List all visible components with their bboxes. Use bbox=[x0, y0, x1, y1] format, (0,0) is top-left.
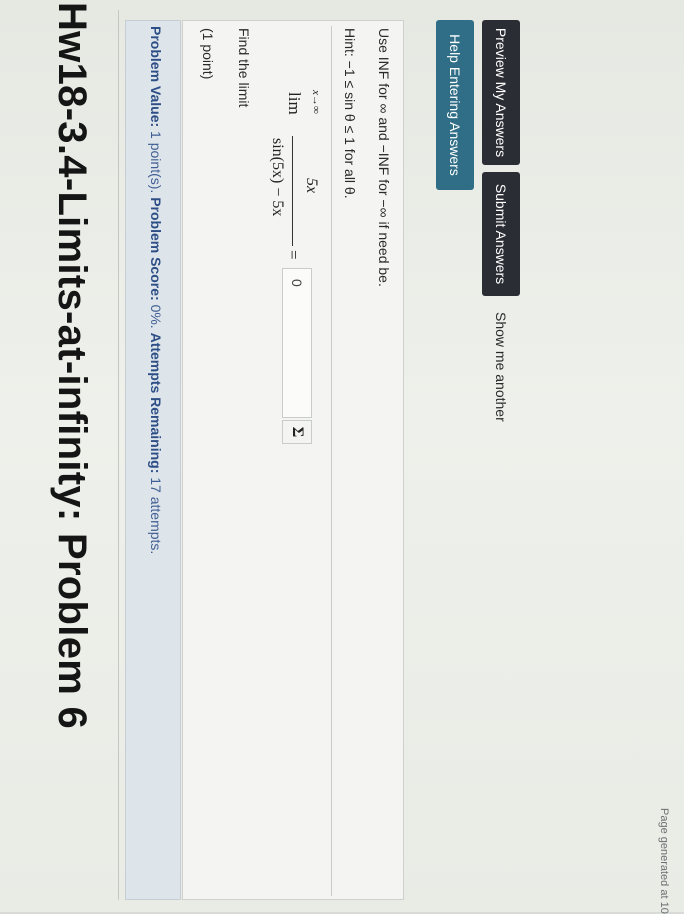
infinity-note: Use INF for ∞ and −INF for −∞ if need be… bbox=[376, 28, 392, 287]
attempts-remaining: 17 attempts. bbox=[148, 477, 164, 555]
rotated-page: Hw18-3.4-Limits-at-infinity: Problem 6 P… bbox=[0, 0, 684, 914]
limit-operator: lim bbox=[285, 92, 304, 115]
equals-sign: = bbox=[284, 250, 303, 260]
title-divider bbox=[118, 10, 119, 900]
answer-input[interactable]: 0 bbox=[282, 268, 312, 418]
problem-score-label: Problem Score: bbox=[148, 197, 164, 301]
fraction-numerator: sin(5x) − 5x bbox=[269, 138, 286, 217]
attempts-remaining-label: Attempts Remaining: bbox=[148, 332, 164, 474]
problem-prompt: Find the limit bbox=[236, 28, 252, 108]
problem-status-line: Problem Value: 1 point(s). Problem Score… bbox=[148, 26, 164, 554]
problem-score: 0%. bbox=[148, 304, 164, 329]
problem-value: 1 point(s). bbox=[148, 131, 164, 194]
problem-value-label: Problem Value: bbox=[148, 26, 164, 128]
show-me-another-link[interactable]: Show me another bbox=[493, 312, 509, 422]
equation-editor-icon[interactable]: Σ bbox=[282, 420, 312, 444]
fraction-denominator: 5x bbox=[303, 178, 320, 194]
page-title: Hw18-3.4-Limits-at-infinity: Problem 6 bbox=[50, 2, 94, 730]
hint-divider bbox=[331, 26, 332, 896]
problem-panel bbox=[182, 20, 404, 900]
submit-answers-button[interactable]: Submit Answers bbox=[482, 172, 520, 296]
preview-answers-button[interactable]: Preview My Answers bbox=[482, 20, 520, 165]
hint-text: Hint: −1 ≤ sin θ ≤ 1 for all θ. bbox=[342, 28, 358, 199]
fraction-bar bbox=[292, 136, 293, 246]
problem-points: (1 point) bbox=[200, 28, 216, 80]
limit-subscript: x→∞ bbox=[310, 90, 322, 114]
help-entering-answers-button[interactable]: Help Entering Answers bbox=[436, 20, 474, 190]
page-generated-footer: Page generated at 10 bbox=[658, 808, 670, 914]
